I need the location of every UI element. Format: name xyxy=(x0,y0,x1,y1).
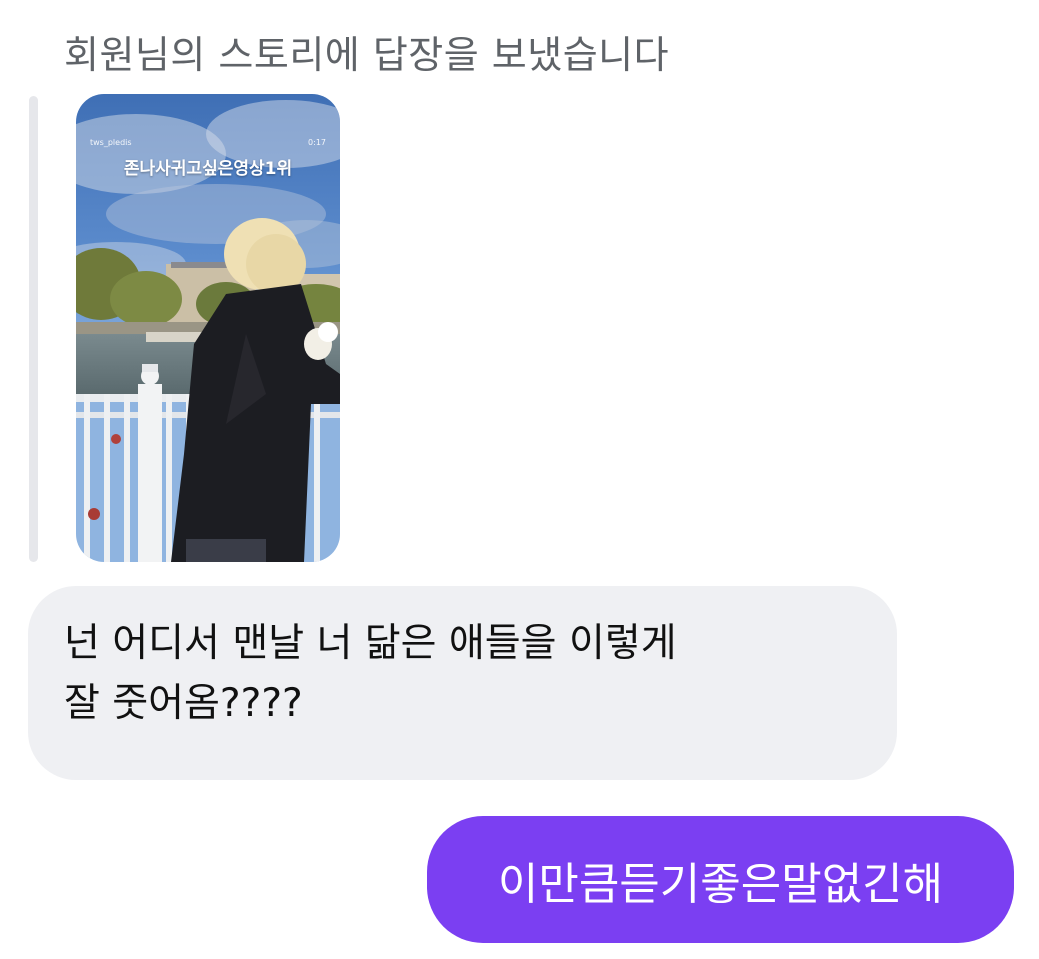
story-username: tws_pledis xyxy=(90,138,132,147)
incoming-message-line: 넌 어디서 맨날 너 닮은 애들을 이렇게 xyxy=(64,621,677,666)
story-reply-header: 회원님의 스토리에 답장을 보냈습니다 xyxy=(64,33,670,77)
outgoing-message-text: 이만큼듣기좋은말없긴해 xyxy=(497,858,944,910)
incoming-message-line: 잘 줏어옴???? xyxy=(64,681,303,726)
story-thumbnail[interactable]: tws_pledis 0:17 존나사귀고싶은영상1위 xyxy=(76,94,340,562)
outgoing-message-bubble[interactable]: 이만큼듣기좋은말없긴해 xyxy=(427,816,1014,943)
incoming-message-bubble[interactable]: 넌 어디서 맨날 너 닮은 애들을 이렇게 잘 줏어옴???? xyxy=(28,586,897,780)
story-time: 0:17 xyxy=(308,138,326,147)
story-caption: 존나사귀고싶은영상1위 xyxy=(123,159,293,179)
quote-bar xyxy=(29,96,38,562)
